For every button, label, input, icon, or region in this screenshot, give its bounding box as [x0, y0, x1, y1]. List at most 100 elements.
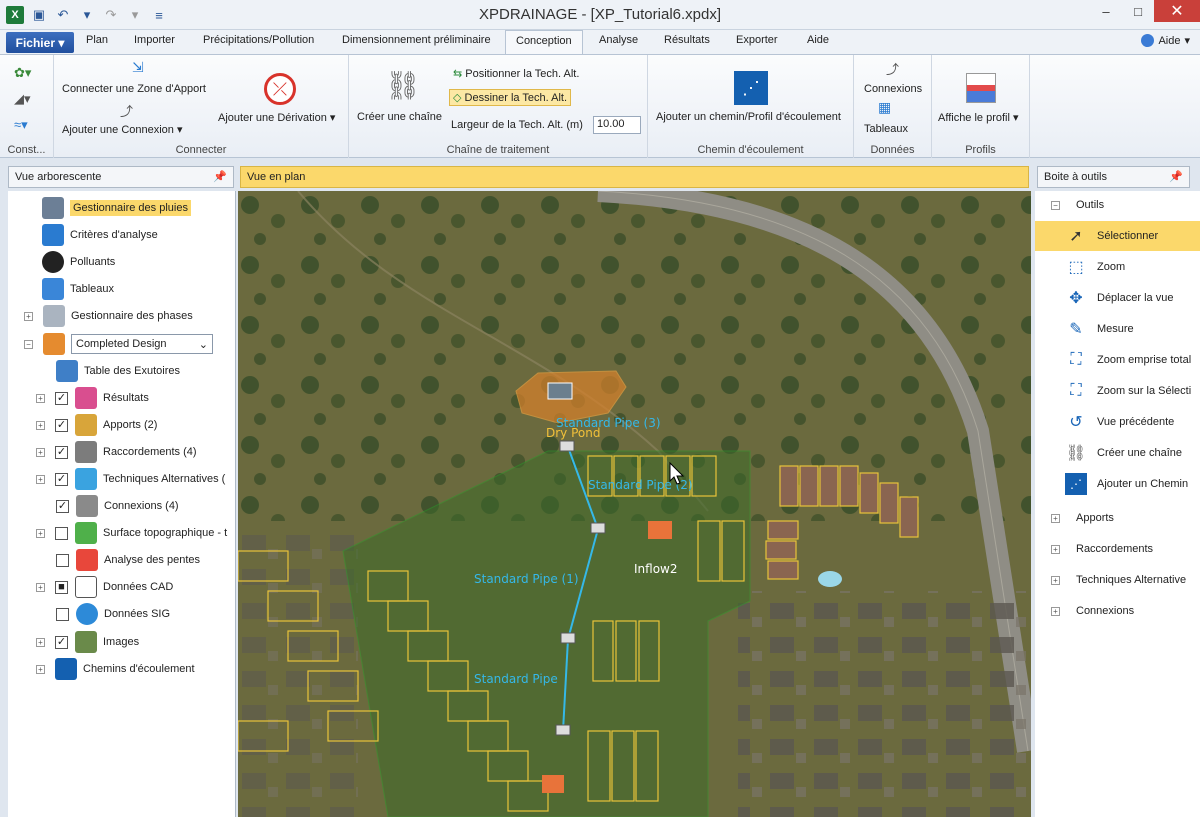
- draw-swale-button[interactable]: ◇ Dessiner la Tech. Alt.: [449, 89, 572, 106]
- expand-icon[interactable]: +: [36, 582, 45, 592]
- tree-item-topography[interactable]: + Surface topographique - t: [36, 522, 227, 544]
- inflow-icon[interactable]: [648, 521, 672, 539]
- expand-icon[interactable]: +: [36, 474, 45, 484]
- expand-icon[interactable]: +: [24, 311, 33, 321]
- connections-checkbox[interactable]: ✓: [56, 499, 69, 513]
- connect-zone-button[interactable]: Connecter une Zone d'Apport: [62, 83, 206, 95]
- dry-pond-icon[interactable]: [547, 382, 573, 400]
- tool-add-flowpath[interactable]: ⋰ Ajouter un Chemin: [1035, 469, 1200, 499]
- tool-zoom-extents[interactable]: ⛶ Zoom emprise total: [1035, 345, 1200, 375]
- tool-zoom[interactable]: ⬚ Zoom: [1035, 252, 1200, 282]
- tool-create-chain[interactable]: ⛓ Créer une chaîne: [1035, 438, 1200, 468]
- tab-precipitation[interactable]: Précipitations/Pollution: [203, 34, 314, 46]
- position-swale-button[interactable]: ⇆ Positionner la Tech. Alt.: [453, 67, 579, 80]
- tree-item-design[interactable]: − Completed Design ⌄: [24, 333, 213, 355]
- tool-measure[interactable]: ✎ Mesure: [1035, 314, 1200, 344]
- phase-select[interactable]: Completed Design ⌄: [71, 334, 213, 354]
- pin-icon[interactable]: 📌: [213, 170, 227, 183]
- manhole[interactable]: [559, 440, 575, 452]
- draw-icon: ◇: [453, 92, 462, 104]
- tool-zoom-selection[interactable]: ⛶ Zoom sur la Sélecti: [1035, 376, 1200, 406]
- swale-icon[interactable]: ≈▾: [14, 117, 28, 133]
- tab-import[interactable]: Importer: [134, 34, 175, 46]
- tree-item-cad[interactable]: + ■ Données CAD: [36, 576, 173, 598]
- tool-select[interactable]: ➚ Sélectionner: [1035, 221, 1200, 251]
- tab-conception[interactable]: Conception: [505, 30, 583, 55]
- tree-item-swales[interactable]: + ✓ Techniques Alternatives (: [36, 468, 225, 490]
- tree-item-inflows[interactable]: + ✓ Apports (2): [36, 414, 157, 436]
- file-menu-button[interactable]: Fichier ▾: [6, 32, 74, 53]
- expand-icon[interactable]: +: [36, 420, 45, 430]
- tree-item-connections[interactable]: ✓ Connexions (4): [56, 495, 179, 517]
- manhole[interactable]: [590, 522, 606, 534]
- collapse-icon[interactable]: −: [1051, 200, 1060, 210]
- tab-sizing[interactable]: Dimensionnement préliminaire: [342, 34, 491, 46]
- gis-checkbox[interactable]: [56, 607, 69, 621]
- tab-help[interactable]: Aide: [807, 34, 829, 46]
- connections-button[interactable]: Connexions: [864, 83, 922, 95]
- expand-icon[interactable]: +: [1051, 513, 1060, 523]
- tab-plan[interactable]: Plan: [86, 34, 108, 46]
- expand-icon[interactable]: +: [36, 637, 45, 647]
- expand-icon[interactable]: +: [36, 447, 45, 457]
- create-chain-button[interactable]: Créer une chaîne: [357, 111, 442, 123]
- tab-export[interactable]: Exporter: [736, 34, 778, 46]
- cad-checkbox[interactable]: ■: [55, 580, 68, 594]
- tool-pan[interactable]: ✥ Déplacer la vue: [1035, 283, 1200, 313]
- topography-checkbox[interactable]: [55, 526, 68, 540]
- results-checkbox[interactable]: ✓: [55, 391, 68, 405]
- minimize-button[interactable]: –: [1090, 0, 1122, 22]
- tree-item-tables[interactable]: Tableaux: [42, 278, 114, 300]
- add-connection-button[interactable]: Ajouter une Connexion ▾: [62, 123, 183, 136]
- pollutants-icon: [42, 251, 64, 273]
- tree-item-junctions[interactable]: + ✓ Raccordements (4): [36, 441, 197, 463]
- tab-results[interactable]: Résultats: [664, 34, 710, 46]
- tree-item-slope[interactable]: Analyse des pentes: [56, 549, 200, 571]
- expand-icon[interactable]: +: [36, 393, 45, 403]
- tab-analysis[interactable]: Analyse: [599, 34, 638, 46]
- expand-icon[interactable]: +: [36, 664, 45, 674]
- pin-icon[interactable]: 📌: [1169, 170, 1183, 183]
- tree-item-flowpaths[interactable]: + Chemins d'écoulement: [36, 658, 195, 680]
- tree-item-images[interactable]: + ✓ Images: [36, 631, 139, 653]
- toolbox-section-tools[interactable]: − Outils: [1051, 199, 1104, 211]
- manhole[interactable]: [555, 724, 571, 736]
- plan-view-map[interactable]: Standard Pipe (3) Dry Pond Standard Pipe…: [238, 191, 1031, 817]
- catchment-icon[interactable]: ✿▾: [14, 65, 31, 81]
- tree-item-outfalls[interactable]: Table des Exutoires: [56, 360, 180, 382]
- map-panel-title: Vue en plan: [247, 171, 306, 183]
- tree-item-rainfall[interactable]: Gestionnaire des pluies: [42, 197, 191, 219]
- toolbox-section-inflows[interactable]: + Apports: [1051, 512, 1114, 524]
- manhole-icon[interactable]: ◢▾: [14, 91, 31, 107]
- swale-width-input[interactable]: 10.00: [593, 116, 641, 134]
- tool-previous-view[interactable]: ↺ Vue précédente: [1035, 407, 1200, 437]
- map-canvas[interactable]: Standard Pipe (3) Dry Pond Standard Pipe…: [238, 191, 1031, 817]
- expand-icon[interactable]: +: [1051, 606, 1060, 616]
- inflow-icon[interactable]: [542, 775, 564, 793]
- close-button[interactable]: ✕: [1154, 0, 1200, 22]
- toolbox-section-swales[interactable]: + Techniques Alternative: [1051, 574, 1186, 586]
- inflows-checkbox[interactable]: ✓: [55, 418, 68, 432]
- maximize-button[interactable]: □: [1122, 0, 1154, 22]
- help-button[interactable]: Aide ▾: [1141, 34, 1190, 47]
- swales-checkbox[interactable]: ✓: [55, 472, 68, 486]
- tree-item-criteria[interactable]: Critères d'analyse: [42, 224, 158, 246]
- tree-item-results[interactable]: + ✓ Résultats: [36, 387, 149, 409]
- add-derivation-button[interactable]: Ajouter une Dérivation ▾: [218, 111, 335, 124]
- images-checkbox[interactable]: ✓: [55, 635, 68, 649]
- expand-icon[interactable]: +: [1051, 544, 1060, 554]
- expand-icon[interactable]: +: [1051, 575, 1060, 585]
- tables-button[interactable]: Tableaux: [864, 123, 908, 135]
- junctions-checkbox[interactable]: ✓: [55, 445, 68, 459]
- collapse-icon[interactable]: −: [24, 339, 33, 349]
- show-profile-button[interactable]: Affiche le profil ▾: [938, 111, 1019, 124]
- toolbox-section-connections[interactable]: + Connexions: [1051, 605, 1134, 617]
- manhole[interactable]: [560, 632, 576, 644]
- tree-item-phases[interactable]: + Gestionnaire des phases: [24, 305, 193, 327]
- toolbox-section-junctions[interactable]: + Raccordements: [1051, 543, 1153, 555]
- slope-checkbox[interactable]: [56, 553, 69, 567]
- expand-icon[interactable]: +: [36, 528, 45, 538]
- add-flowpath-button[interactable]: Ajouter un chemin/Profil d'écoulement: [656, 111, 841, 123]
- tree-item-gis[interactable]: Données SIG: [56, 603, 170, 625]
- tree-item-pollutants[interactable]: Polluants: [42, 251, 115, 273]
